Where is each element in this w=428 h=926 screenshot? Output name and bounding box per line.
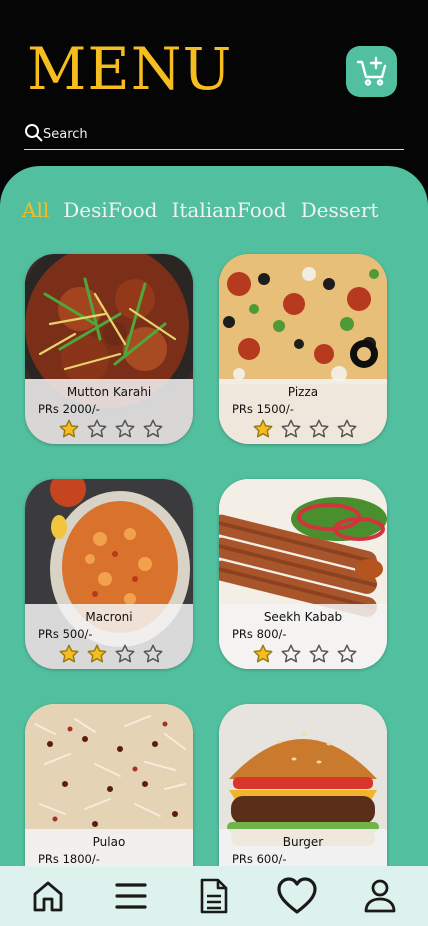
star-filled-icon[interactable] bbox=[58, 643, 80, 665]
home-icon bbox=[33, 881, 62, 912]
menu-card-mutton-karahi[interactable]: Mutton Karahi PRs 2000/- bbox=[25, 254, 193, 444]
card-info: Mutton Karahi PRs 2000/- bbox=[25, 379, 193, 444]
star-empty-icon[interactable] bbox=[308, 418, 330, 440]
search-bar bbox=[24, 120, 404, 150]
star-empty-icon[interactable] bbox=[308, 643, 330, 665]
star-rating bbox=[252, 418, 358, 440]
star-filled-icon[interactable] bbox=[252, 643, 274, 665]
star-rating bbox=[58, 643, 164, 665]
menu-card-pizza[interactable]: Pizza PRs 1500/- bbox=[219, 254, 387, 444]
page-title: MENU bbox=[27, 35, 233, 103]
star-filled-icon[interactable] bbox=[58, 418, 80, 440]
star-empty-icon[interactable] bbox=[86, 418, 108, 440]
star-empty-icon[interactable] bbox=[280, 643, 302, 665]
bottom-navigation bbox=[0, 866, 428, 926]
profile-icon bbox=[364, 879, 396, 913]
star-empty-icon[interactable] bbox=[114, 418, 136, 440]
item-name: Pulao bbox=[92, 835, 126, 849]
item-name: Mutton Karahi bbox=[66, 385, 152, 399]
card-info: Macroni PRs 500/- bbox=[25, 604, 193, 669]
card-info: Seekh Kabab PRs 800/- bbox=[219, 604, 387, 669]
search-icon bbox=[25, 124, 43, 142]
star-filled-icon[interactable] bbox=[86, 643, 108, 665]
heart-icon bbox=[277, 877, 317, 914]
item-name: Burger bbox=[282, 835, 324, 849]
tab-dessert[interactable]: Dessert bbox=[301, 198, 379, 222]
category-tabs: All DesiFood ItalianFood Dessert bbox=[22, 198, 378, 222]
menu-panel: All DesiFood ItalianFood Dessert Mutton … bbox=[0, 166, 428, 926]
item-name: Macroni bbox=[85, 610, 133, 624]
star-empty-icon[interactable] bbox=[280, 418, 302, 440]
cart-plus-icon bbox=[356, 56, 386, 86]
menu-icon bbox=[115, 883, 147, 909]
card-info: Pizza PRs 1500/- bbox=[219, 379, 387, 444]
item-name: Pizza bbox=[287, 385, 319, 399]
star-empty-icon[interactable] bbox=[142, 643, 164, 665]
item-price: PRs 800/- bbox=[232, 627, 287, 641]
item-price: PRs 1800/- bbox=[38, 852, 100, 866]
menu-card-macroni[interactable]: Macroni PRs 500/- bbox=[25, 479, 193, 669]
menu-card-seekh-kabab[interactable]: Seekh Kabab PRs 800/- bbox=[219, 479, 387, 669]
star-empty-icon[interactable] bbox=[142, 418, 164, 440]
item-price: PRs 500/- bbox=[38, 627, 93, 641]
tab-desifood[interactable]: DesiFood bbox=[63, 198, 157, 222]
search-input[interactable] bbox=[43, 122, 393, 146]
nav-home[interactable] bbox=[26, 874, 70, 918]
star-empty-icon[interactable] bbox=[114, 643, 136, 665]
nav-favorites[interactable] bbox=[275, 874, 319, 918]
document-icon bbox=[200, 878, 228, 914]
nav-orders[interactable] bbox=[192, 874, 236, 918]
nav-menu[interactable] bbox=[109, 874, 153, 918]
item-price: PRs 2000/- bbox=[38, 402, 100, 416]
item-price: PRs 600/- bbox=[232, 852, 287, 866]
star-rating bbox=[58, 418, 164, 440]
star-empty-icon[interactable] bbox=[336, 643, 358, 665]
item-name: Seekh Kabab bbox=[263, 610, 343, 624]
star-rating bbox=[252, 643, 358, 665]
star-empty-icon[interactable] bbox=[336, 418, 358, 440]
cart-button[interactable] bbox=[346, 46, 397, 97]
item-price: PRs 1500/- bbox=[232, 402, 294, 416]
star-filled-icon[interactable] bbox=[252, 418, 274, 440]
nav-profile[interactable] bbox=[358, 874, 402, 918]
tab-all[interactable]: All bbox=[22, 198, 49, 222]
tab-italianfood[interactable]: ItalianFood bbox=[171, 198, 286, 222]
